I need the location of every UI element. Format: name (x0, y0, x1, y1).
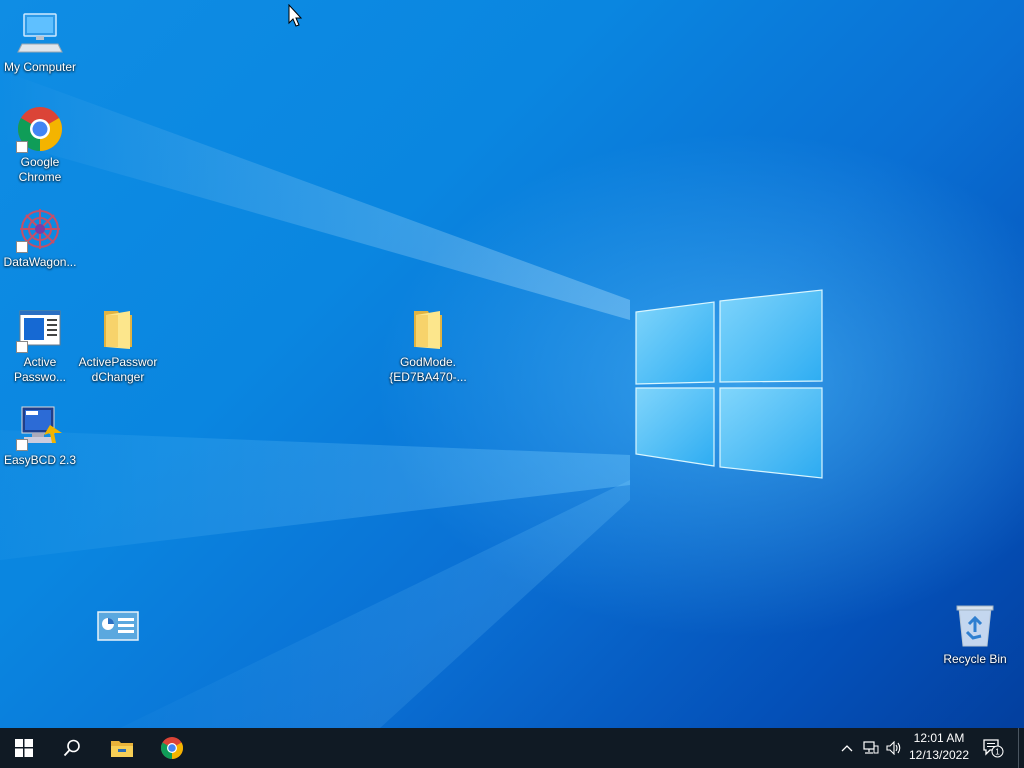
taskbar: 12:01 AM 12/13/2022 1 (0, 728, 1024, 768)
icon-label: ActivePasswordChanger (78, 355, 158, 384)
search-button[interactable] (48, 728, 96, 768)
datawagon-icon (16, 205, 64, 253)
icon-label: GodMode.{ED7BA470-... (389, 355, 467, 384)
clock-time: 12:01 AM (913, 731, 965, 745)
shortcut-arrow-icon (16, 141, 28, 153)
show-desktop-button[interactable] (1019, 728, 1024, 768)
desktop-icon-my-computer[interactable]: My Computer (0, 10, 80, 75)
application-window-icon (16, 305, 64, 353)
start-button[interactable] (0, 728, 48, 768)
chrome-icon (161, 737, 183, 759)
chrome-taskbar-button[interactable] (148, 728, 196, 768)
icon-label: Google Chrome (18, 155, 62, 184)
mouse-cursor-icon (288, 4, 303, 27)
shortcut-arrow-icon (16, 241, 28, 253)
easybcd-icon (16, 403, 64, 451)
desktop-icon-datawagon[interactable]: DataWagon... (0, 205, 80, 270)
search-icon (63, 739, 80, 757)
network-button[interactable] (860, 728, 882, 768)
control-panel-icon (94, 608, 142, 656)
system-clock[interactable]: 12:01 AM 12/13/2022 (904, 730, 974, 766)
network-icon (863, 741, 879, 754)
chevron-up-icon (841, 745, 853, 752)
action-center-button[interactable]: 1 (978, 728, 1008, 768)
desktop-icon-recycle-bin[interactable]: Recycle Bin (935, 602, 1015, 667)
chrome-icon (16, 105, 64, 153)
show-hidden-icons-button[interactable] (836, 728, 858, 768)
computer-icon (16, 10, 64, 58)
start-icon (15, 739, 33, 757)
volume-button[interactable] (883, 728, 905, 768)
notification-icon: 1 (983, 739, 1004, 758)
folder-icon (404, 305, 452, 353)
desktop-icon-active-password[interactable]: Active Passwo... (0, 305, 80, 385)
icon-label: EasyBCD 2.3 (3, 453, 77, 467)
file-explorer-icon (111, 741, 133, 757)
folder-icon (94, 305, 142, 353)
clock-date: 12/13/2022 (908, 748, 970, 762)
desktop-background: My Computer Google Chrome DataWagon... A… (0, 0, 1024, 728)
windows-logo-wallpaper (635, 289, 823, 479)
desktop-icon-control-panel[interactable] (78, 608, 158, 658)
icon-label: Recycle Bin (943, 652, 1007, 666)
shortcut-arrow-icon (16, 341, 28, 353)
desktop-icon-activepasswordchanger[interactable]: ActivePasswordChanger (78, 305, 158, 385)
icon-label: DataWagon... (3, 255, 77, 269)
notification-count-badge: 1 (995, 748, 1000, 757)
speaker-icon (886, 741, 901, 755)
icon-label: Active Passwo... (13, 355, 67, 384)
desktop-icon-google-chrome[interactable]: Google Chrome (0, 105, 80, 185)
recycle-bin-icon (951, 602, 999, 650)
icon-label: My Computer (3, 60, 77, 74)
file-explorer-button[interactable] (98, 728, 146, 768)
shortcut-arrow-icon (16, 439, 28, 451)
desktop-icon-easybcd[interactable]: EasyBCD 2.3 (0, 403, 80, 468)
desktop-icon-godmode[interactable]: GodMode.{ED7BA470-... (388, 305, 468, 385)
